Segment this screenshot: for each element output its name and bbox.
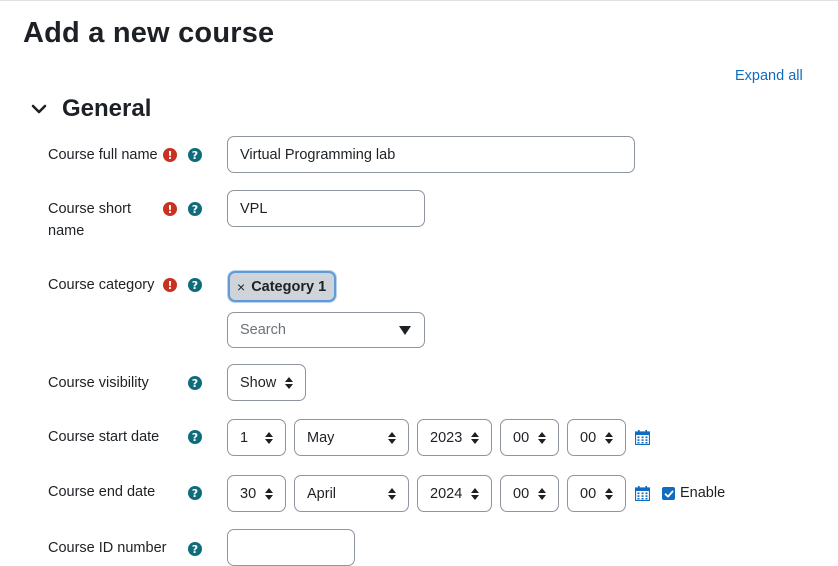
select-value: 00 (513, 485, 530, 502)
start-minute-select[interactable]: 00 (567, 419, 626, 456)
course-id-number-input[interactable] (227, 529, 355, 566)
updown-arrows-icon (388, 431, 396, 444)
start-year-select[interactable]: 2023 (417, 419, 492, 456)
select-value: Show (240, 374, 277, 391)
start-day-select[interactable]: 1 (227, 419, 286, 456)
expand-all-link[interactable]: Expand all (735, 68, 803, 84)
end-minute-select[interactable]: 00 (567, 475, 626, 512)
calendar-icon[interactable] (635, 430, 650, 445)
end-month-select[interactable]: April (294, 475, 409, 512)
calendar-icon[interactable] (635, 486, 650, 501)
start-month-select[interactable]: May (294, 419, 409, 456)
course-full-name-input[interactable]: Virtual Programming lab (227, 136, 635, 173)
updown-arrows-icon (605, 487, 613, 500)
updown-arrows-icon (538, 487, 546, 500)
field-label: Course full name (48, 147, 158, 163)
updown-arrows-icon (471, 431, 479, 444)
select-value: 2024 (430, 485, 463, 502)
search-placeholder: Search (240, 322, 286, 338)
help-icon[interactable]: ? (188, 430, 202, 444)
field-label-line: name (48, 223, 85, 239)
updown-arrows-icon (388, 487, 396, 500)
updown-arrows-icon (605, 431, 613, 444)
required-icon: ! (163, 202, 177, 216)
enable-end-date-checkbox[interactable] (662, 487, 675, 500)
field-label: Course short name (48, 198, 131, 242)
field-label: Course end date (48, 484, 156, 500)
field-label: Course category (48, 277, 155, 293)
enable-label[interactable]: Enable (680, 485, 725, 501)
updown-arrows-icon (471, 487, 479, 500)
select-value: 30 (240, 485, 257, 502)
category-tag[interactable]: × Category 1 (228, 271, 337, 302)
updown-arrows-icon (265, 431, 273, 444)
select-value: 00 (513, 429, 530, 446)
checkmark-icon (664, 490, 673, 497)
chevron-down-icon[interactable] (30, 100, 48, 118)
category-tag-label: Category 1 (251, 278, 327, 295)
help-icon[interactable]: ? (188, 148, 202, 162)
field-label: Course ID number (48, 540, 167, 556)
help-icon[interactable]: ? (188, 278, 202, 292)
select-value: April (307, 485, 337, 502)
help-icon[interactable]: ? (188, 486, 202, 500)
field-label: Course visibility (48, 375, 149, 391)
remove-tag-icon[interactable]: × (237, 279, 245, 295)
page-title: Add a new course (23, 17, 275, 49)
field-label: Course start date (48, 429, 160, 445)
course-short-name-input[interactable]: VPL (227, 190, 425, 227)
section-general-header[interactable]: General (30, 95, 151, 123)
help-icon[interactable]: ? (188, 202, 202, 216)
end-day-select[interactable]: 30 (227, 475, 286, 512)
select-value: 1 (240, 429, 249, 446)
required-icon: ! (163, 278, 177, 292)
dropdown-triangle-icon (399, 325, 411, 335)
visibility-select[interactable]: Show (227, 364, 306, 401)
required-icon: ! (163, 148, 177, 162)
help-icon[interactable]: ? (188, 376, 202, 390)
start-hour-select[interactable]: 00 (500, 419, 559, 456)
select-value: 00 (580, 429, 597, 446)
end-hour-select[interactable]: 00 (500, 475, 559, 512)
updown-arrows-icon (538, 431, 546, 444)
end-year-select[interactable]: 2024 (417, 475, 492, 512)
section-title: General (62, 95, 152, 122)
select-value: 00 (580, 485, 597, 502)
help-icon[interactable]: ? (188, 542, 202, 556)
updown-arrows-icon (265, 487, 273, 500)
select-value: May (307, 429, 335, 446)
category-search-select[interactable]: Search (227, 312, 425, 348)
field-label-line: Course short (48, 201, 132, 217)
select-value: 2023 (430, 429, 463, 446)
updown-arrows-icon (285, 376, 293, 389)
